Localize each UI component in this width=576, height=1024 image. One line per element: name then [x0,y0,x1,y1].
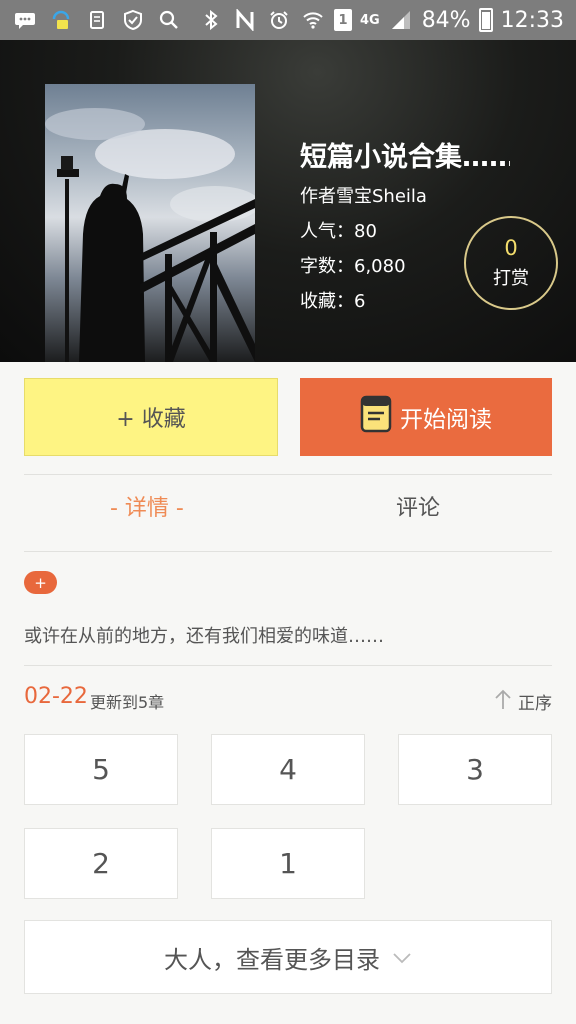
more-chapters-button[interactable]: 大人，查看更多目录 [24,920,552,994]
message-icon [12,7,38,33]
collect-button[interactable]: + 收藏 [24,378,278,456]
signal-icon [388,7,414,33]
chapter-button[interactable]: 5 [24,734,178,805]
bluetooth-icon [198,7,224,33]
divider [24,551,552,552]
update-date: 02-22 [24,684,88,709]
sort-order-toggle[interactable]: 正序 [494,688,552,715]
reward-count: 0 [504,236,518,260]
divider [24,474,552,475]
chapter-button[interactable]: 3 [398,734,552,805]
book-header: 短篇小说合集…… 作者雪宝Sheila 人气：80 字数：6,080 收藏：6 … [0,40,576,362]
add-tag-button[interactable]: + [24,571,57,594]
tab-comments[interactable]: 评论 [396,490,440,522]
clipboard-icon [84,7,110,33]
chapter-button[interactable]: 1 [211,828,365,899]
battery-icon [478,8,493,32]
nfc-icon [232,7,258,33]
wifi-icon [300,7,326,33]
chapter-button[interactable]: 2 [24,828,178,899]
alarm-icon [266,7,292,33]
sim-slot-badge: 1 [333,9,352,31]
book-description: 或许在从前的地方，还有我们相爱的味道…… [24,626,384,647]
sort-order-label: 正序 [518,694,552,714]
chapter-button[interactable]: 4 [211,734,365,805]
reward-button[interactable]: 0 打赏 [464,216,558,310]
search-icon [156,7,182,33]
book-cover-image [45,84,255,362]
collect-label: + 收藏 [116,407,186,432]
app-icon [48,7,74,33]
book-word-count: 字数：6,080 [300,256,406,277]
tab-detail[interactable]: - 详情 - [110,490,184,522]
book-title: 短篇小说合集…… [300,142,510,173]
network-type: 4G [359,12,380,28]
more-chapters-label: 大人，查看更多目录 [164,945,380,974]
status-bar: 1 4G 84% 12:33 [0,0,576,40]
arrow-up-icon [494,688,512,715]
shield-icon [120,7,146,33]
battery-percent: 84% [421,7,471,33]
update-status: 更新到5章 [90,693,165,712]
clock: 12:33 [500,7,564,33]
book-author[interactable]: 作者雪宝Sheila [300,182,427,208]
book-icon [360,395,392,439]
start-reading-button[interactable]: 开始阅读 [300,378,552,456]
start-reading-label: 开始阅读 [400,407,492,433]
chevron-down-icon [392,943,412,971]
book-popularity: 人气：80 [300,221,377,242]
reward-label: 打赏 [493,268,529,289]
book-favorites: 收藏：6 [300,291,366,312]
divider [24,665,552,666]
